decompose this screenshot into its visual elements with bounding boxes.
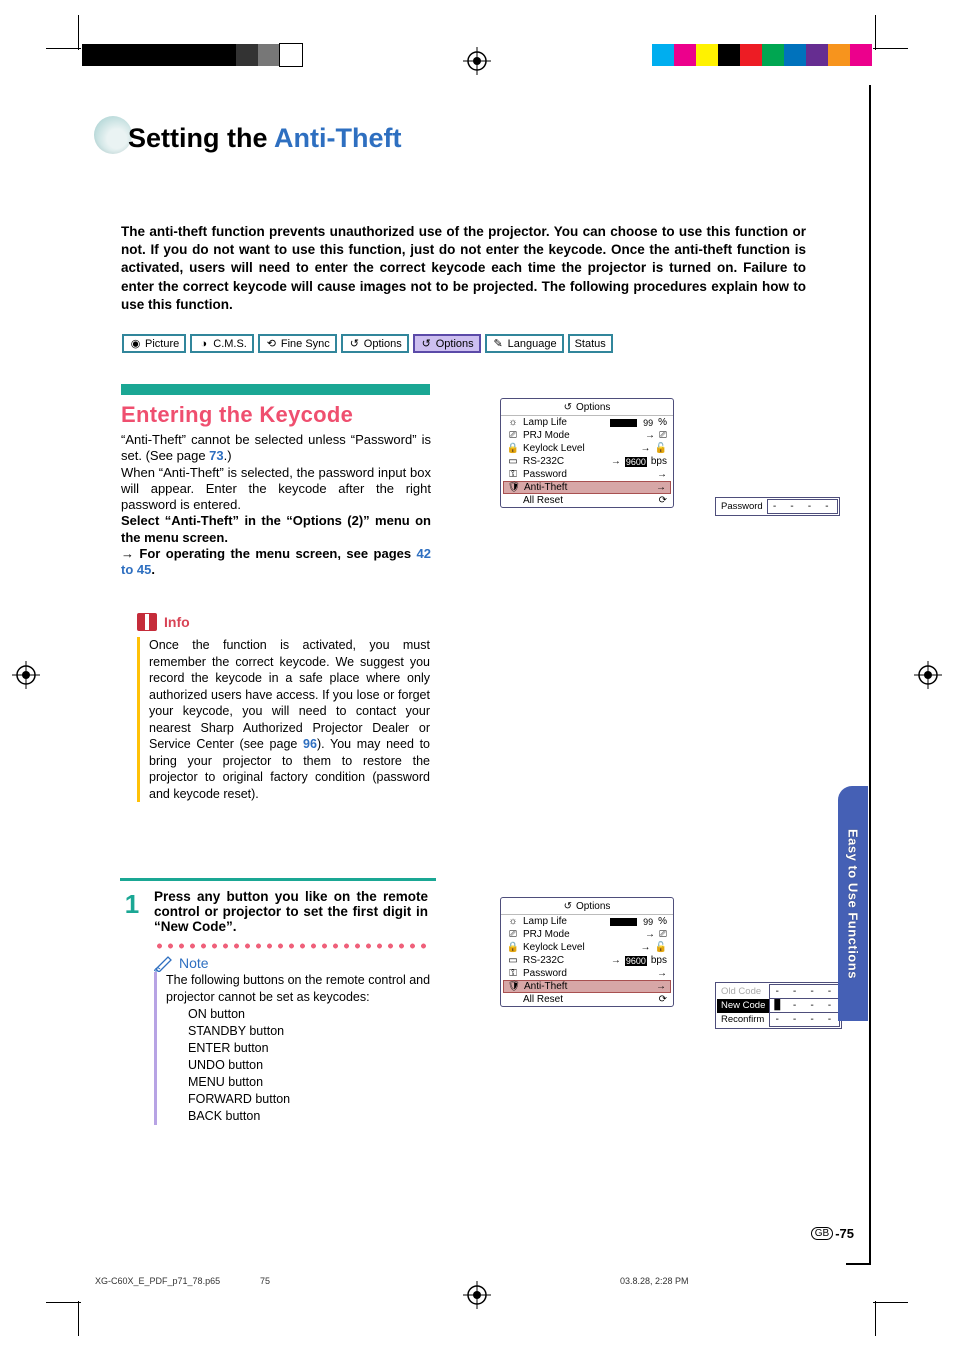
note-icon [154, 954, 174, 972]
tab-icon: ◑ [197, 337, 210, 350]
tab-icon: ✎ [492, 337, 505, 350]
meta-date: 03.8.28, 2:28 PM [620, 1276, 689, 1286]
registration-mark-icon [914, 661, 942, 689]
key-icon: ⚿ [507, 969, 519, 979]
osd-row: 🔒Keylock Level→🔓 [501, 941, 673, 954]
osd-row: ⎚PRJ Mode→⎚ [501, 429, 673, 442]
osd-row: ▭RS-232C→ 9600 bps [501, 954, 673, 967]
registration-mark-icon [12, 661, 40, 689]
note-body: The following buttons on the remote cont… [154, 972, 436, 1125]
intro-text: The anti-theft function prevents unautho… [121, 223, 806, 314]
osd-row: 🛡Anti-Theft→ [503, 980, 671, 993]
tab-icon: ⟲ [265, 337, 278, 350]
page-number: GB-75 [811, 1226, 854, 1241]
osd-row: ▭RS-232C→ 9600 bps [501, 455, 673, 468]
osd-panel-1: ↺Options ☼Lamp Life99 %⎚PRJ Mode→⎚🔒Keylo… [500, 398, 674, 508]
osd-row: ⚿Password→ [501, 967, 673, 980]
osd-row: All Reset⟳ [501, 993, 673, 1006]
title-decor [94, 116, 132, 154]
section-heading: Entering the Keycode [121, 402, 353, 428]
osd-menu-tabs: ◉Picture◑C.M.S.⟲Fine Sync↺Options↺Option… [122, 334, 613, 353]
code-prompt: Old Code- - - -New Code█ - - -Reconfirm-… [715, 982, 842, 1029]
options-icon: ↺ [564, 902, 572, 912]
menu-tab-language: ✎Language [485, 334, 564, 353]
title-prefix: Setting the [128, 123, 274, 153]
osd-panel-2: ↺Options ☼Lamp Life99 %⎚PRJ Mode→⎚🔒Keylo… [500, 897, 674, 1007]
osd-row: 🛡Anti-Theft→ [503, 481, 671, 494]
note-label: Note [179, 955, 209, 971]
reset-icon: ⟳ [659, 496, 667, 506]
info-label: Info [164, 614, 190, 630]
lamp-icon: ☼ [507, 418, 519, 428]
book-icon [137, 613, 157, 631]
shield-icon: 🛡 [508, 483, 520, 493]
shield-icon: 🛡 [508, 982, 520, 992]
page-title: Setting the Anti-Theft [128, 123, 401, 154]
colorbar-left [82, 44, 302, 66]
tab-icon: ↺ [348, 337, 361, 350]
meta-page: 75 [260, 1276, 270, 1286]
osd-row: ☼Lamp Life99 % [501, 416, 673, 429]
info-box: Info Once the function is activated, you… [137, 613, 430, 802]
step-number: 1 [120, 889, 144, 934]
lamp-icon: ☼ [507, 917, 519, 927]
menu-tab-cms: ◑C.M.S. [190, 334, 254, 353]
osd-row: ⎚PRJ Mode→⎚ [501, 928, 673, 941]
colorbar-right [652, 44, 872, 66]
osd-row: ⚿Password→ [501, 468, 673, 481]
divider-dots [154, 942, 432, 950]
osd-row: ☼Lamp Life99 % [501, 915, 673, 928]
key-icon: ⚿ [507, 470, 519, 480]
side-rule-h [846, 1263, 871, 1265]
reset-icon: ⟳ [659, 995, 667, 1005]
section-side-tab: Easy to Use Functions [838, 786, 868, 1021]
tab-icon: ◉ [129, 337, 142, 350]
port-icon: ▭ [507, 457, 519, 467]
menu-tab-options: ↺Options [341, 334, 409, 353]
menu-tab-options: ↺Options [413, 334, 481, 353]
options-icon: ↺ [564, 403, 572, 413]
tab-icon: ↺ [420, 337, 433, 350]
lock-icon: 🔒 [507, 444, 519, 454]
password-prompt-1: Password - - - - [715, 497, 840, 516]
registration-mark-icon [463, 47, 491, 75]
screen-icon: ⎚ [507, 930, 519, 940]
menu-tab-picture: ◉Picture [122, 334, 186, 353]
screen-icon: ⎚ [507, 431, 519, 441]
osd-row: All Reset⟳ [501, 494, 673, 507]
osd-row: 🔒Keylock Level→🔓 [501, 442, 673, 455]
title-accent: Anti-Theft [274, 123, 401, 153]
registration-mark-icon [463, 1281, 491, 1309]
step-text: Press any button you like on the remote … [154, 889, 436, 934]
meta-file: XG-C60X_E_PDF_p71_78.p65 [95, 1276, 220, 1286]
section-rule [121, 384, 430, 395]
menu-tab-status: Status [568, 334, 613, 353]
port-icon: ▭ [507, 956, 519, 966]
section-body: “Anti-Theft” cannot be selected unless “… [121, 432, 431, 578]
menu-tab-finesync: ⟲Fine Sync [258, 334, 337, 353]
step-box: 1 Press any button you like on the remot… [120, 878, 436, 1125]
side-rule [869, 85, 871, 1265]
lock-icon: 🔒 [507, 943, 519, 953]
